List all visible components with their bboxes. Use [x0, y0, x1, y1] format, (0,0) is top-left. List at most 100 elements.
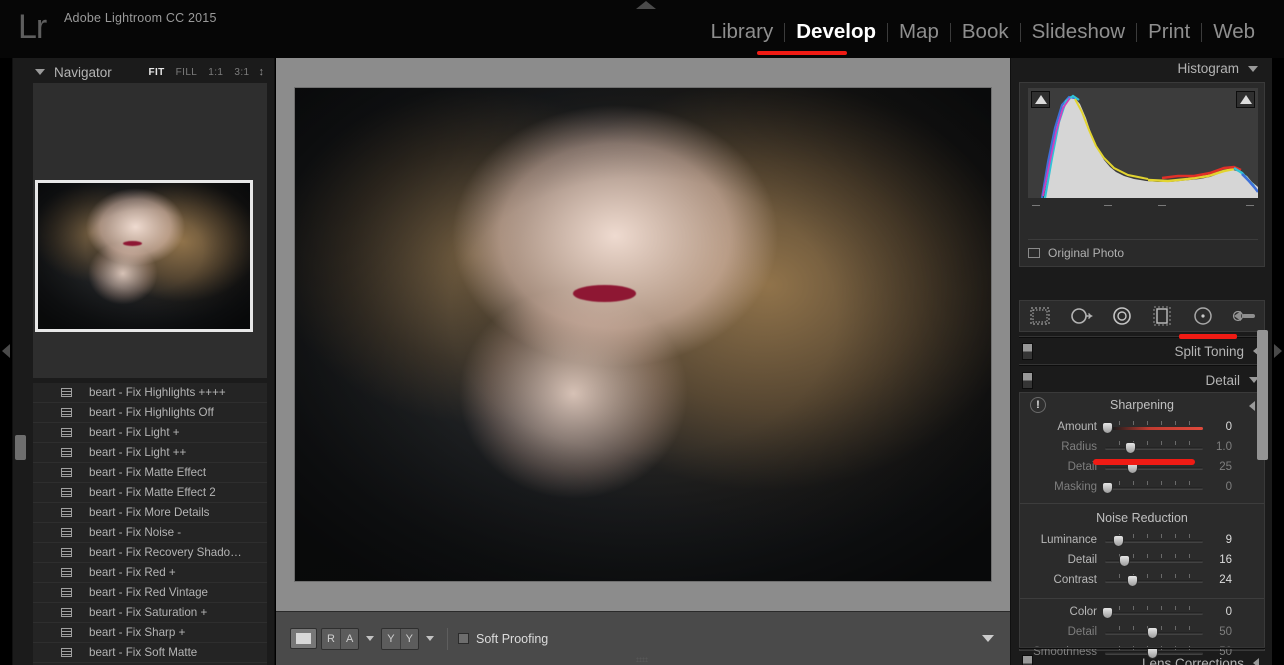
- slider-knob-contrast[interactable]: [1127, 575, 1139, 587]
- navigator-zoom-1-1[interactable]: 1:1: [208, 67, 223, 78]
- preset-label: beart - Fix Matte Effect 2: [89, 486, 216, 499]
- slider-knob-masking[interactable]: [1101, 482, 1113, 494]
- preset-item[interactable]: beart - Fix Noise -: [33, 523, 267, 543]
- shadow-clipping-indicator[interactable]: [1031, 91, 1050, 108]
- preset-item[interactable]: beart - Fix Light +: [33, 423, 267, 443]
- slider-label-color: Color: [1069, 606, 1097, 618]
- main-photo[interactable]: [294, 87, 992, 582]
- preset-item[interactable]: beart - Fix More Details: [33, 503, 267, 523]
- slider-track-luminance[interactable]: [1105, 533, 1203, 547]
- histogram-plot[interactable]: [1028, 88, 1258, 198]
- right-panel-scrollbar-thumb[interactable]: [1257, 330, 1268, 460]
- preset-item[interactable]: beart - Fix Soft Matte: [33, 643, 267, 663]
- slider-knob-radius[interactable]: [1124, 442, 1136, 454]
- noise-reduction-annotation-underline: [1093, 459, 1195, 465]
- slider-knob-detail[interactable]: [1147, 627, 1159, 639]
- right-panel-collapse-arrow-icon[interactable]: [1274, 344, 1282, 358]
- graduated-filter-icon[interactable]: [1147, 305, 1177, 327]
- preset-item[interactable]: beart - Fix Highlights ++++: [33, 383, 267, 403]
- preset-label: beart - Fix More Details: [89, 506, 210, 519]
- preset-label: beart - Fix Saturation +: [89, 606, 208, 619]
- noise-reduction-section-header: Noise Reduction: [1020, 506, 1264, 530]
- image-canvas[interactable]: [276, 58, 1010, 611]
- module-library[interactable]: Library: [700, 18, 785, 46]
- slider-track-masking[interactable]: [1101, 480, 1203, 494]
- histogram-disclosure-triangle-icon[interactable]: [1248, 65, 1258, 72]
- sharpening-warning-icon[interactable]: !: [1030, 397, 1046, 413]
- slider-knob-luminance[interactable]: [1112, 535, 1124, 547]
- module-web[interactable]: Web: [1202, 18, 1266, 46]
- before-after-ra-glyph-1[interactable]: A: [339, 628, 359, 649]
- before-after-yy-glyph-0[interactable]: Y: [382, 628, 400, 649]
- preset-item[interactable]: beart - Fix Highlights Off: [33, 403, 267, 423]
- slider-knob-color[interactable]: [1101, 607, 1113, 619]
- panel-header-detail[interactable]: Detail: [1019, 369, 1265, 391]
- top-panel-collapse-arrow-icon[interactable]: [636, 1, 656, 9]
- preset-item[interactable]: beart - Fix Light ++: [33, 443, 267, 463]
- crop-overlay-icon[interactable]: [1025, 305, 1055, 327]
- radial-filter-icon[interactable]: [1188, 305, 1218, 327]
- before-after-ra-caret-icon[interactable]: [366, 636, 375, 641]
- slider-track-color[interactable]: [1101, 605, 1203, 619]
- preset-item[interactable]: beart - Fix Saturation +: [33, 603, 267, 623]
- before-after-ra-button[interactable]: RA: [321, 627, 360, 650]
- sharpening-disclosure-triangle-icon[interactable]: [1249, 401, 1255, 411]
- histogram-header[interactable]: Histogram: [1177, 61, 1258, 76]
- before-after-yy-glyph-1[interactable]: Y: [399, 628, 418, 649]
- title-bar: Lr Adobe Lightroom CC 2015 Library Develo…: [0, 0, 1284, 58]
- slider-row-color: Color 0: [1020, 602, 1264, 622]
- module-map[interactable]: Map: [888, 18, 950, 46]
- slider-knob-amount[interactable]: [1101, 422, 1113, 434]
- before-after-yy-button[interactable]: YY: [381, 627, 419, 650]
- preset-item[interactable]: beart - Fix Matte Effect 2: [33, 483, 267, 503]
- before-after-ra-glyph-0[interactable]: R: [322, 628, 340, 649]
- module-develop[interactable]: Develop: [785, 18, 887, 46]
- toolbar-options-caret-icon[interactable]: [982, 635, 994, 642]
- slider-track-amount[interactable]: [1101, 420, 1203, 434]
- highlight-clipping-indicator[interactable]: [1236, 91, 1255, 108]
- preset-item[interactable]: beart - Fix Matte Effect: [33, 463, 267, 483]
- panel-header-split-toning[interactable]: Split Toning: [1019, 340, 1265, 362]
- red-eye-correction-icon[interactable]: [1107, 305, 1137, 327]
- loupe-view-icon[interactable]: [290, 628, 317, 649]
- slider-track-radius[interactable]: [1105, 440, 1203, 454]
- left-panel-scrollbar-thumb[interactable]: [15, 435, 26, 460]
- original-photo-row[interactable]: Original Photo: [1028, 246, 1124, 260]
- presets-list[interactable]: beart - Fix Highlights ++++ beart - Fix H…: [33, 383, 267, 665]
- filmstrip-resize-handle[interactable]: [636, 657, 648, 662]
- navigator-disclosure-triangle-icon[interactable]: [35, 69, 45, 75]
- slider-value-detail: 50: [1219, 626, 1232, 638]
- lens-corrections-disclosure-triangle-icon[interactable]: [1253, 658, 1259, 665]
- split-toning-switch-toggle[interactable]: [1022, 342, 1033, 360]
- sharpening-sliders: Amount 0 Radius 1.0 Detail 25 Masking 0: [1020, 417, 1264, 497]
- slider-track-detail[interactable]: [1105, 625, 1203, 639]
- navigator-thumbnail[interactable]: [35, 180, 253, 332]
- navigator-zoom-fit[interactable]: FIT: [148, 67, 164, 78]
- slider-track-detail[interactable]: [1105, 553, 1203, 567]
- panel-header-lens-corrections[interactable]: Lens Corrections: [1019, 652, 1265, 665]
- navigator-header[interactable]: Navigator FIT FILL 1:1 3:1 ↕: [13, 61, 276, 83]
- slider-ticks: [1105, 441, 1203, 446]
- navigator-zoom-3-1[interactable]: 3:1: [234, 67, 249, 78]
- lens-corrections-switch-toggle[interactable]: [1022, 654, 1033, 665]
- module-book[interactable]: Book: [951, 18, 1020, 46]
- adjustment-brush-icon[interactable]: [1229, 305, 1259, 327]
- navigator-zoom-stepper-icon[interactable]: ↕: [259, 66, 265, 78]
- preset-item[interactable]: beart - Fix Sharp +: [33, 623, 267, 643]
- slider-knob-detail[interactable]: [1118, 555, 1130, 567]
- module-slideshow[interactable]: Slideshow: [1021, 18, 1136, 46]
- soft-proofing-checkbox[interactable]: [457, 633, 469, 644]
- detail-switch-toggle[interactable]: [1022, 371, 1033, 389]
- spot-removal-icon[interactable]: [1066, 305, 1096, 327]
- preset-item[interactable]: beart - Fix Recovery Shado…: [33, 543, 267, 563]
- before-after-yy-caret-icon[interactable]: [425, 636, 434, 641]
- module-print[interactable]: Print: [1137, 18, 1201, 46]
- preset-icon: [61, 568, 72, 577]
- preset-item[interactable]: beart - Fix Red +: [33, 563, 267, 583]
- slider-label-masking: Masking: [1054, 481, 1097, 493]
- navigator-zoom-fill[interactable]: FILL: [176, 67, 198, 78]
- left-panel-collapse-arrow-icon[interactable]: [2, 344, 10, 358]
- slider-track-contrast[interactable]: [1105, 573, 1203, 587]
- preset-item[interactable]: beart - Fix Red Vintage: [33, 583, 267, 603]
- original-photo-checkbox[interactable]: [1028, 248, 1040, 258]
